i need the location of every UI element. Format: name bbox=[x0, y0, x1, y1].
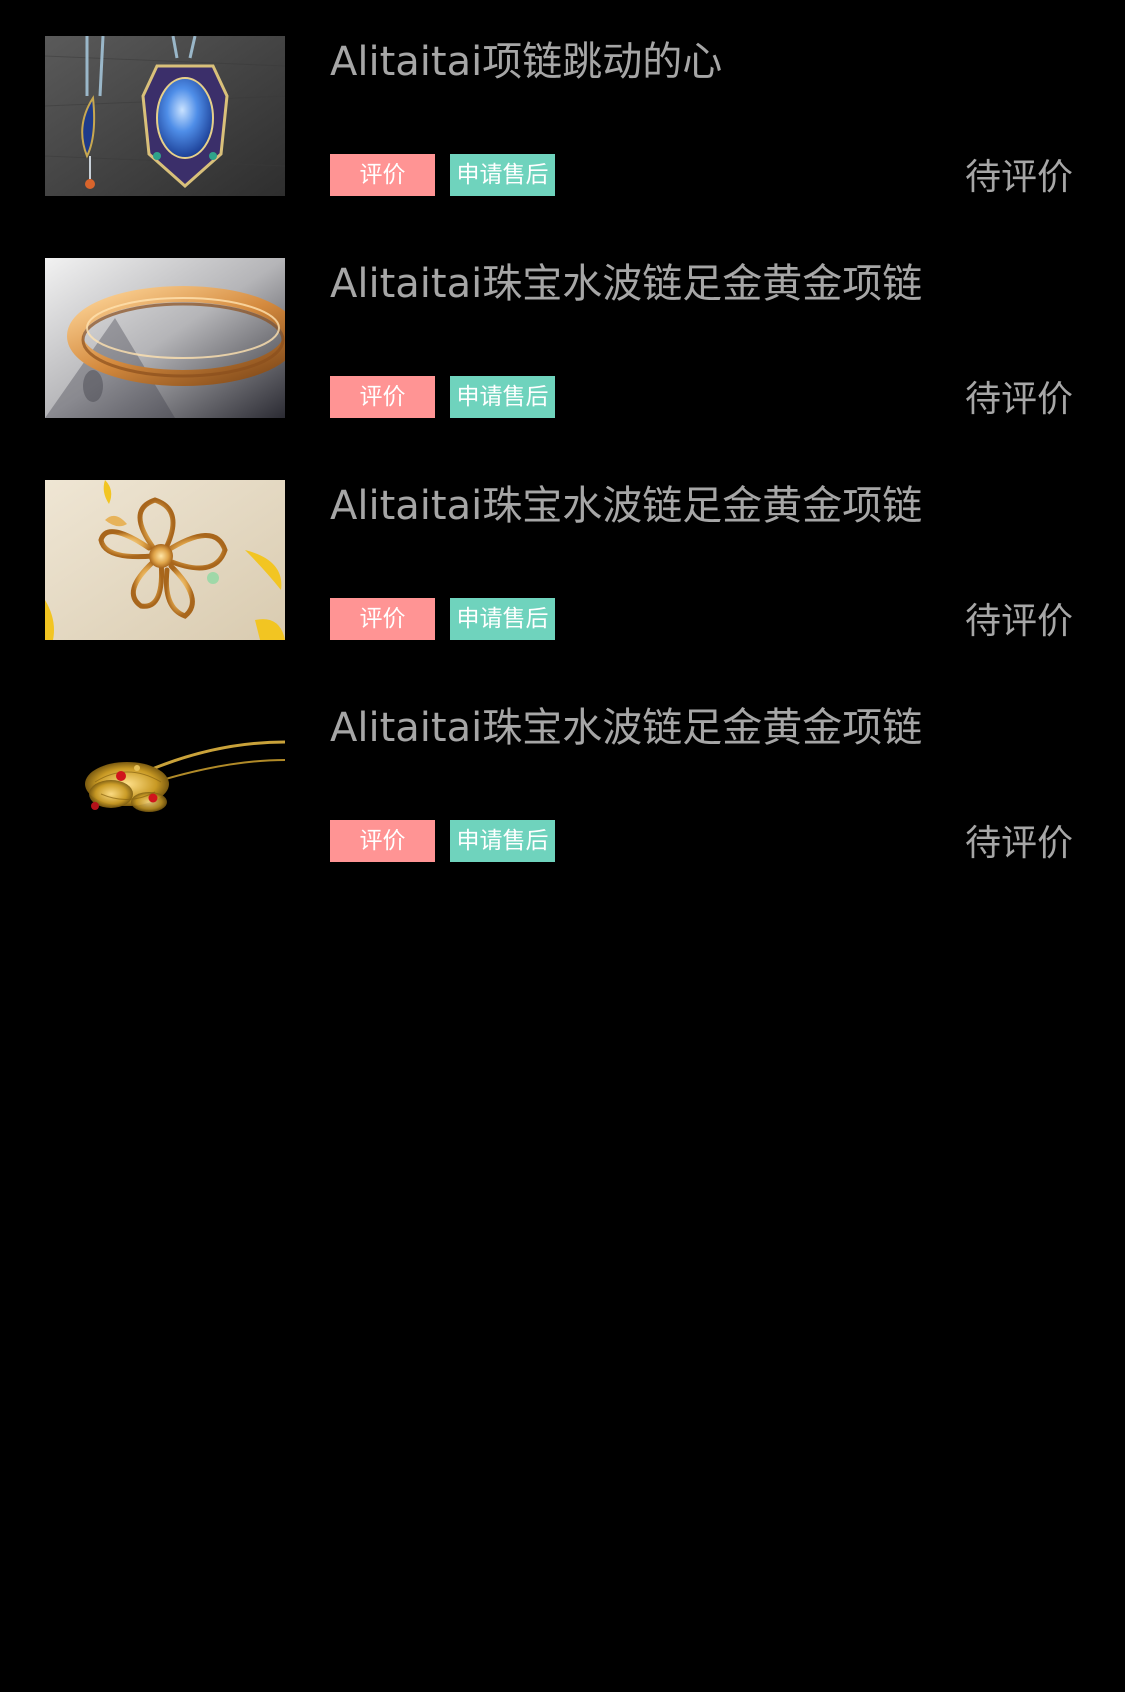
product-image-gold-hairpin[interactable] bbox=[45, 702, 285, 862]
after-sale-button[interactable]: 申请售后 bbox=[450, 598, 555, 640]
order-status: 待评价 bbox=[965, 157, 1074, 198]
review-button[interactable]: 评价 bbox=[330, 154, 435, 196]
product-image-blue-pendant[interactable] bbox=[45, 36, 285, 196]
product-image-gold-brooch[interactable] bbox=[45, 480, 285, 640]
product-title[interactable]: Alitaitai项链跳动的心 bbox=[330, 38, 722, 86]
after-sale-button[interactable]: 申请售后 bbox=[450, 376, 555, 418]
order-item[interactable]: Alitaitai珠宝水波链足金黄金项链 评价 申请售后 待评价 bbox=[0, 258, 1125, 420]
after-sale-button[interactable]: 申请售后 bbox=[450, 820, 555, 862]
review-button[interactable]: 评价 bbox=[330, 820, 435, 862]
review-button[interactable]: 评价 bbox=[330, 598, 435, 640]
order-item[interactable]: Alitaitai项链跳动的心 评价 申请售后 待评价 bbox=[0, 36, 1125, 198]
product-title[interactable]: Alitaitai珠宝水波链足金黄金项链 bbox=[330, 260, 922, 308]
order-status: 待评价 bbox=[965, 601, 1074, 642]
product-title[interactable]: Alitaitai珠宝水波链足金黄金项链 bbox=[330, 482, 922, 530]
order-item[interactable]: Alitaitai珠宝水波链足金黄金项链 评价 申请售后 待评价 bbox=[0, 702, 1125, 864]
product-image-gold-bangle[interactable] bbox=[45, 258, 285, 418]
after-sale-button[interactable]: 申请售后 bbox=[450, 154, 555, 196]
order-item[interactable]: Alitaitai珠宝水波链足金黄金项链 评价 申请售后 待评价 bbox=[0, 480, 1125, 642]
review-button[interactable]: 评价 bbox=[330, 376, 435, 418]
order-status: 待评价 bbox=[965, 379, 1074, 420]
product-title[interactable]: Alitaitai珠宝水波链足金黄金项链 bbox=[330, 704, 922, 752]
order-status: 待评价 bbox=[965, 823, 1074, 864]
